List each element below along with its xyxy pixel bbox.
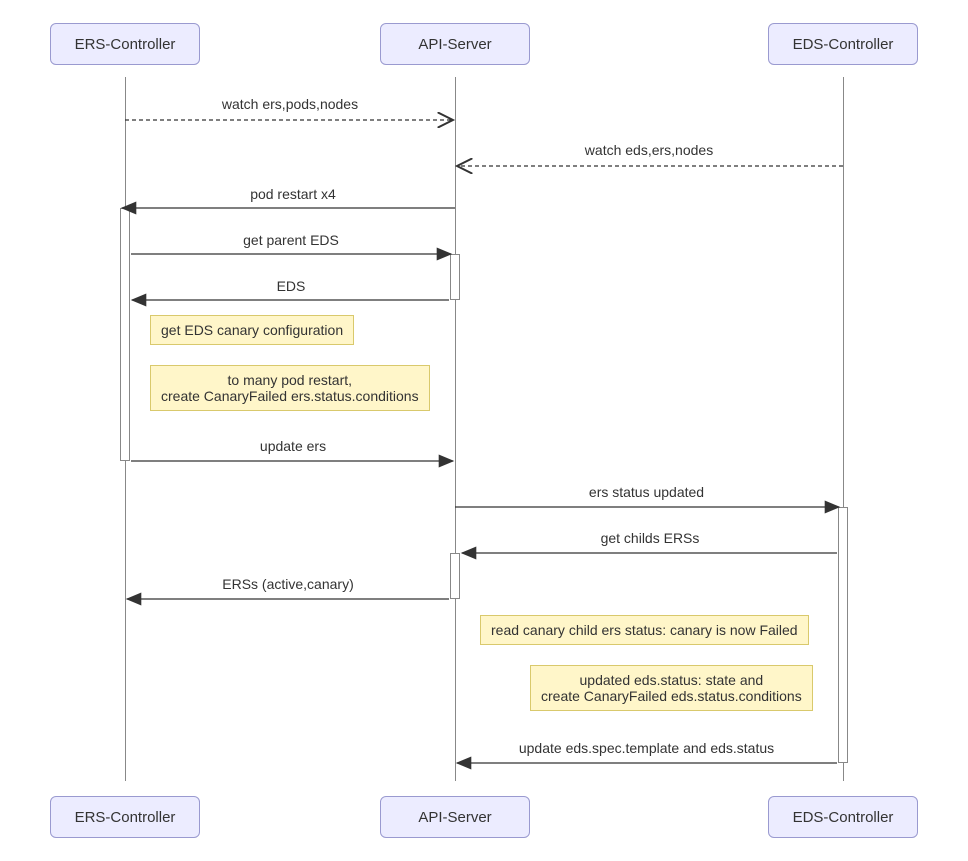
msg-update-eds-spec: update eds.spec.template and eds.status	[455, 740, 838, 756]
participant-ers-bottom: ERS-Controller	[50, 796, 200, 838]
participant-eds-bottom: EDS-Controller	[768, 796, 918, 838]
msg-get-childs: get childs ERSs	[462, 530, 838, 546]
msg-get-parent-eds: get parent EDS	[132, 232, 450, 248]
lifeline-api	[455, 77, 456, 781]
participant-label: API-Server	[418, 809, 491, 826]
note-text: read canary child ers status: canary is …	[491, 622, 798, 638]
participant-label: ERS-Controller	[75, 809, 176, 826]
note-text-line2: create CanaryFailed eds.status.condition…	[541, 688, 802, 704]
activation-api-2	[450, 553, 460, 599]
note-read-canary-status: read canary child ers status: canary is …	[480, 615, 809, 645]
msg-eds-reply: EDS	[132, 278, 450, 294]
participant-label: ERS-Controller	[75, 36, 176, 53]
sequence-diagram: ERS-Controller API-Server EDS-Controller…	[0, 0, 968, 861]
note-text-line1: updated eds.status: state and	[580, 672, 764, 688]
msg-pod-restart: pod restart x4	[132, 186, 454, 202]
msg-update-ers: update ers	[132, 438, 454, 454]
note-text: get EDS canary configuration	[161, 322, 343, 338]
note-many-pod-restart: to many pod restart, create CanaryFailed…	[150, 365, 430, 411]
participant-label: API-Server	[418, 36, 491, 53]
msg-watch-eds: watch eds,ers,nodes	[455, 142, 843, 158]
participant-api-top: API-Server	[380, 23, 530, 65]
msg-ers-status-updated: ers status updated	[455, 484, 838, 500]
msg-watch-ers: watch ers,pods,nodes	[125, 96, 455, 112]
participant-eds-top: EDS-Controller	[768, 23, 918, 65]
participant-api-bottom: API-Server	[380, 796, 530, 838]
msg-erss-active-canary: ERSs (active,canary)	[125, 576, 451, 592]
arrows-layer	[0, 0, 968, 861]
participant-label: EDS-Controller	[793, 36, 894, 53]
note-text-line2: create CanaryFailed ers.status.condition…	[161, 388, 419, 404]
activation-api-1	[450, 254, 460, 300]
activation-ers-1	[120, 208, 130, 461]
participant-ers-top: ERS-Controller	[50, 23, 200, 65]
note-updated-eds-status: updated eds.status: state and create Can…	[530, 665, 813, 711]
note-text-line1: to many pod restart,	[228, 372, 353, 388]
activation-eds-1	[838, 507, 848, 763]
note-get-canary-config: get EDS canary configuration	[150, 315, 354, 345]
participant-label: EDS-Controller	[793, 809, 894, 826]
